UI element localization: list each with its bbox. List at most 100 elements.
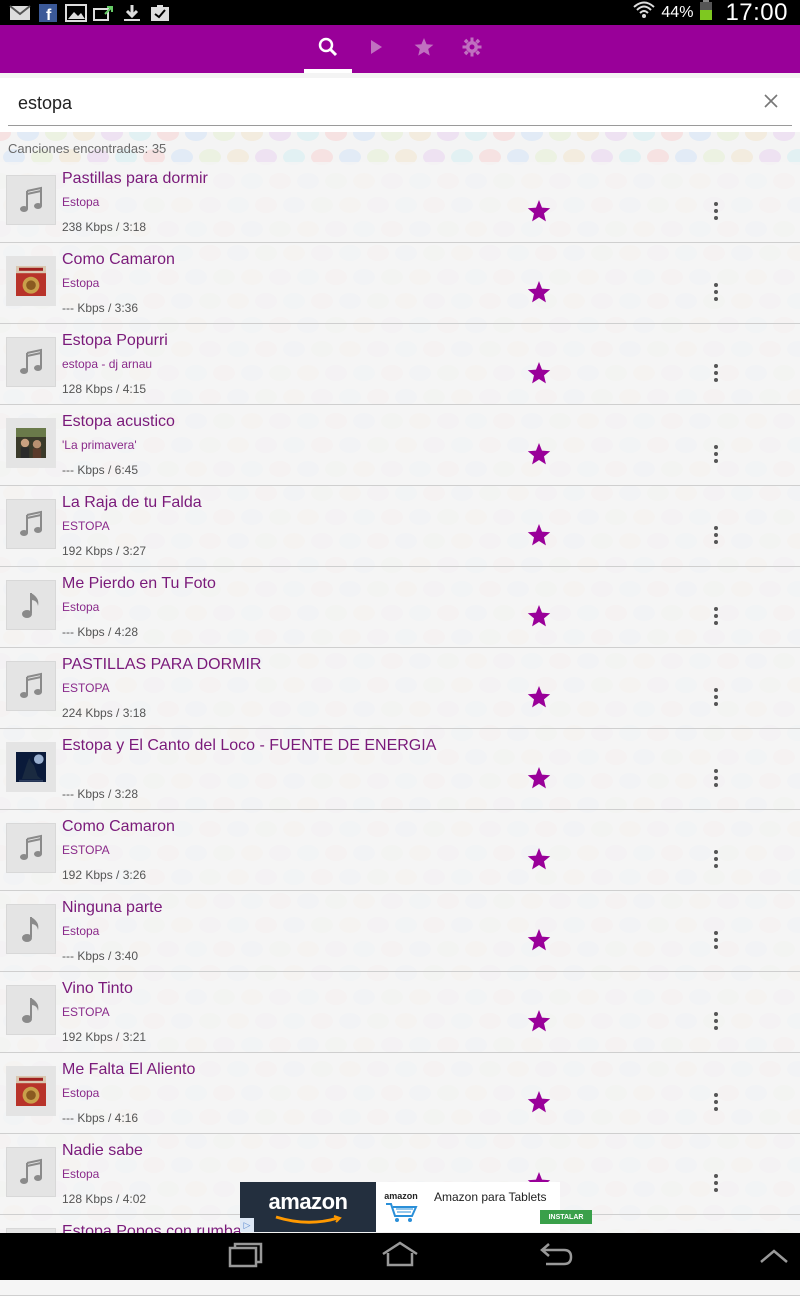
star-icon	[527, 1009, 551, 1038]
song-row[interactable]: Como Camaron Estopa --- Kbps / 3:36	[0, 243, 800, 324]
song-title: Pastillas para dormir	[62, 170, 208, 187]
song-title: Me Falta El Aliento	[62, 1061, 196, 1078]
song-row[interactable]: Estopa y El Canto del Loco - FUENTE DE E…	[0, 729, 800, 810]
more-options-button[interactable]	[704, 1091, 728, 1117]
song-meta: --- Kbps / 4:28	[62, 625, 139, 639]
favorite-star-button[interactable]	[526, 1090, 552, 1117]
song-artist: ESTOPA	[62, 843, 110, 857]
gallery-icon	[64, 3, 88, 23]
play-icon	[366, 37, 386, 62]
album-art	[6, 256, 56, 306]
favorite-star-button[interactable]	[526, 280, 552, 309]
favorite-star-button[interactable]	[526, 1009, 552, 1038]
song-artist: Estopa	[62, 1086, 100, 1100]
song-artist: Estopa	[62, 1167, 100, 1181]
favorite-star-button[interactable]	[526, 604, 552, 633]
tab-favorites[interactable]	[400, 25, 448, 73]
star-icon	[527, 280, 551, 309]
ad-install-button[interactable]: INSTALAR	[540, 1210, 592, 1224]
song-row[interactable]: Pastillas para dormir Estopa 238 Kbps / 3:…	[0, 162, 800, 243]
more-options-button[interactable]	[704, 200, 728, 226]
more-options-button[interactable]	[704, 281, 728, 307]
search-input[interactable]	[8, 82, 792, 126]
favorite-star-button[interactable]	[526, 766, 552, 793]
more-vert-icon	[713, 201, 719, 226]
star-icon	[527, 928, 551, 957]
star-icon	[527, 361, 551, 390]
back-button[interactable]	[535, 1241, 575, 1271]
album-art	[6, 742, 56, 792]
tab-search[interactable]	[304, 25, 352, 73]
more-options-button[interactable]	[704, 362, 728, 388]
battery-icon	[699, 0, 713, 26]
upload-icon	[92, 3, 116, 23]
song-row[interactable]: Estopa acustico 'La primavera' --- Kbps / …	[0, 405, 800, 486]
song-row[interactable]: Como Camaron ESTOPA 192 Kbps / 3:26	[0, 810, 800, 891]
star-icon	[527, 442, 551, 471]
music-note-icon	[6, 904, 56, 954]
song-artist: Estopa	[62, 195, 100, 209]
star-icon	[527, 847, 551, 876]
album-art	[6, 418, 56, 468]
star-icon	[527, 604, 551, 633]
song-row[interactable]: Me Falta El Aliento Estopa --- Kbps / 4:16	[0, 1053, 800, 1134]
music-note-icon	[6, 499, 56, 549]
star-icon	[527, 199, 551, 228]
song-row[interactable]: Estopa Popurri estopa - dj arnau 128 Kbps …	[0, 324, 800, 405]
recent-apps-button[interactable]	[226, 1241, 266, 1271]
more-options-button[interactable]	[704, 605, 728, 631]
wifi-icon	[633, 0, 656, 25]
more-options-button[interactable]	[704, 1010, 728, 1036]
chevron-up-icon	[755, 1240, 793, 1273]
music-note-icon	[6, 1147, 56, 1197]
song-row[interactable]: La Raja de tu Falda ESTOPA 192 Kbps / 3:27	[0, 486, 800, 567]
more-options-button[interactable]	[704, 848, 728, 874]
favorite-star-button[interactable]	[526, 685, 552, 714]
tab-settings[interactable]	[448, 25, 496, 73]
song-artist: Estopa	[62, 600, 100, 614]
song-title: Ninguna parte	[62, 899, 163, 916]
home-button[interactable]	[380, 1241, 420, 1271]
song-artist: estopa - dj arnau	[62, 357, 153, 371]
clear-search-button[interactable]	[762, 93, 780, 112]
song-title: La Raja de tu Falda	[62, 494, 202, 511]
more-options-button[interactable]	[704, 443, 728, 469]
more-vert-icon	[713, 930, 719, 955]
expand-button[interactable]	[754, 1241, 794, 1271]
song-title: Estopa y El Canto del Loco - FUENTE DE E…	[62, 737, 437, 754]
more-options-button[interactable]	[704, 767, 728, 793]
favorite-star-button[interactable]	[526, 847, 552, 876]
favorite-star-button[interactable]	[526, 928, 552, 957]
song-meta: 192 Kbps / 3:21	[62, 1030, 147, 1044]
music-note-icon	[6, 985, 56, 1035]
song-artist: Estopa	[62, 924, 100, 938]
more-options-button[interactable]	[704, 524, 728, 550]
song-row[interactable]: Me Pierdo en Tu Foto Estopa --- Kbps / 4:2…	[0, 567, 800, 648]
song-artist: 'La primavera'	[62, 438, 137, 452]
ad-choices-badge[interactable]: ▷	[240, 1218, 254, 1232]
song-meta: 238 Kbps / 3:18	[62, 220, 147, 234]
more-vert-icon	[713, 444, 719, 469]
recent-apps-icon	[227, 1240, 265, 1273]
star-icon	[527, 685, 551, 714]
more-vert-icon	[713, 687, 719, 712]
more-vert-icon	[713, 1011, 719, 1036]
ad-banner[interactable]: amazon ▷ amazon Amazon para Tablets INST…	[240, 1182, 592, 1232]
more-options-button[interactable]	[704, 686, 728, 712]
star-icon	[414, 37, 434, 62]
favorite-star-button[interactable]	[526, 442, 552, 471]
song-artist: ESTOPA	[62, 1005, 110, 1019]
favorite-star-button[interactable]	[526, 199, 552, 228]
favorite-star-button[interactable]	[526, 361, 552, 390]
tab-play[interactable]	[352, 25, 400, 73]
clock: 17:00	[725, 0, 788, 26]
song-row[interactable]: PASTILLAS PARA DORMIR ESTOPA 224 Kbps / 3:…	[0, 648, 800, 729]
song-meta: --- Kbps / 3:28	[62, 787, 139, 801]
more-options-button[interactable]	[704, 1172, 728, 1198]
favorite-star-button[interactable]	[526, 523, 552, 550]
more-vert-icon	[713, 768, 719, 793]
more-vert-icon	[713, 525, 719, 550]
song-row[interactable]: Vino Tinto ESTOPA 192 Kbps / 3:21	[0, 972, 800, 1053]
song-row[interactable]: Ninguna parte Estopa --- Kbps / 3:40	[0, 891, 800, 972]
more-options-button[interactable]	[704, 929, 728, 955]
